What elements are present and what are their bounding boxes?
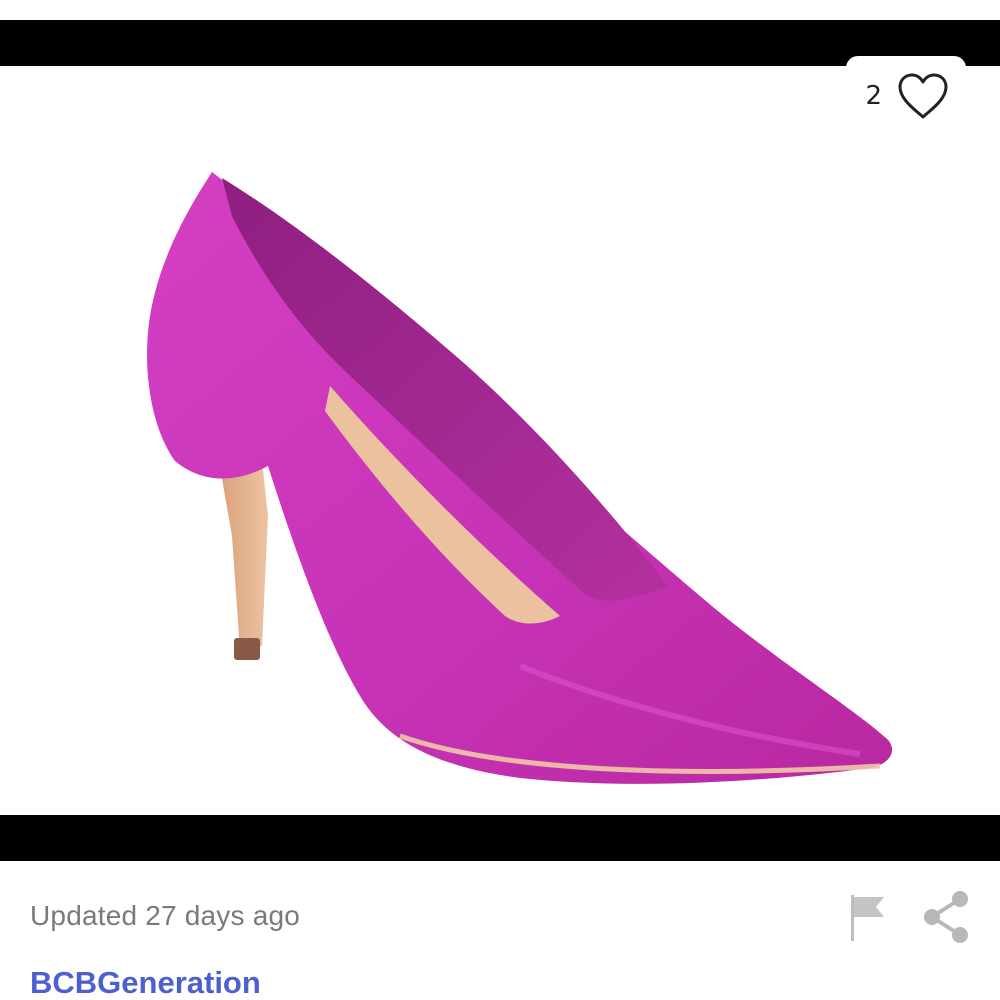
brand-link[interactable]: BCBGeneration	[30, 965, 261, 1000]
like-count: 2	[865, 81, 882, 111]
product-photo-pink-pump	[147, 172, 893, 784]
updated-timestamp: Updated 27 days ago	[30, 900, 301, 931]
like-button[interactable]: 2	[846, 56, 966, 136]
listing-screen: 2 Updated 27 days ago BCBGeneration	[0, 0, 1000, 1000]
heart-outline-icon	[898, 73, 948, 119]
share-icon[interactable]	[920, 889, 972, 945]
bottom-black-bar	[0, 815, 1000, 861]
product-image-carousel[interactable]	[0, 66, 1000, 815]
flag-icon[interactable]	[848, 893, 888, 943]
